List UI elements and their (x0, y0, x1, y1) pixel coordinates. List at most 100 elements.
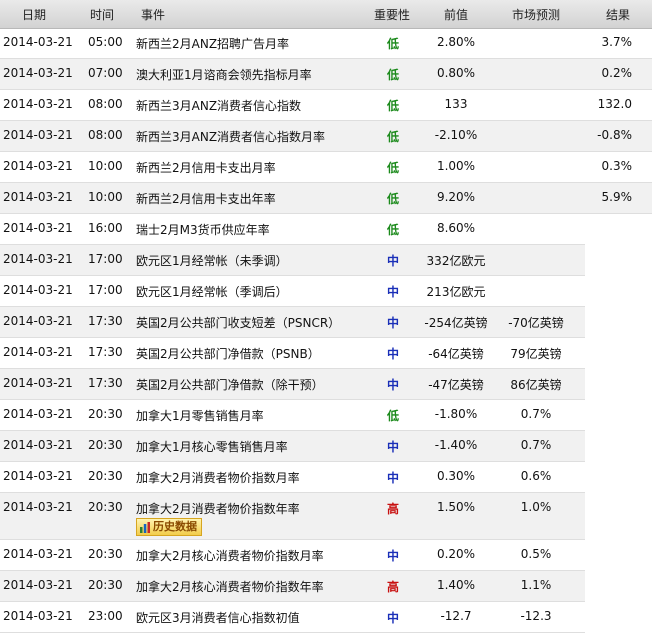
header-actual: 结果 (606, 8, 631, 22)
row-forecast: 0.7% (520, 407, 552, 421)
row-actual: 0.2% (601, 66, 633, 80)
row-previous: 133 (444, 97, 468, 111)
header-date: 日期 (22, 8, 47, 22)
row-importance: 中 (386, 378, 399, 392)
row-importance: 低 (386, 130, 399, 144)
row-importance: 中 (386, 440, 399, 454)
row-date: 2014-03-21 (3, 314, 73, 328)
row-time: 17:30 (88, 314, 123, 328)
table-header: 日期 时间 事件 重要性 前值 市场预测 结果 (0, 0, 652, 29)
row-time: 20:30 (88, 547, 123, 561)
table-row: 2014-03-21 10:00 新西兰2月信用卡支出年率 低 9.20% 5.9% (0, 183, 652, 214)
header-event: 事件 (141, 8, 166, 22)
row-previous: 0.80% (436, 66, 476, 80)
row-importance: 中 (386, 347, 399, 361)
row-time: 20:30 (88, 438, 123, 452)
row-event: 欧元区3月消费者信心指数初值 (136, 611, 300, 625)
row-time: 08:00 (88, 97, 123, 111)
row-time: 08:00 (88, 128, 123, 142)
row-importance: 低 (386, 161, 399, 175)
row-time: 17:30 (88, 376, 123, 390)
row-importance: 中 (386, 471, 399, 485)
row-forecast: 0.6% (520, 469, 552, 483)
table-row: 2014-03-21 20:30 加拿大2月消费者物价指数年率高 1.50% 1.0% 历… (0, 493, 585, 540)
history-data-button[interactable]: 历史数据 (136, 518, 202, 536)
row-event: 欧元区1月经常帐（季调后） (136, 285, 288, 299)
row-event: 欧元区1月经常帐（未季调） (136, 254, 288, 268)
table-row: 2014-03-21 17:00 欧元区1月经常帐（季调后） 中 213亿欧元 (0, 276, 585, 307)
row-importance: 高 (386, 502, 399, 516)
table-row: 2014-03-21 20:30 加拿大2月核心消费者物价指数月率中 0.20% 0.5… (0, 540, 585, 571)
table-row: 2014-03-21 23:00 欧元区3月消费者信心指数初值中 -12.7 -12.3 (0, 602, 585, 633)
row-date: 2014-03-21 (3, 35, 73, 49)
row-actual: 5.9% (601, 190, 633, 204)
row-forecast: 0.7% (520, 438, 552, 452)
row-time: 17:00 (88, 283, 123, 297)
row-forecast: 86亿英镑 (510, 378, 562, 392)
row-time: 23:00 (88, 609, 123, 623)
row-event: 加拿大1月零售销售月率 (136, 409, 264, 423)
row-event: 新西兰2月ANZ招聘广告月率 (136, 37, 290, 51)
row-time: 05:00 (88, 35, 123, 49)
row-importance: 中 (386, 316, 399, 330)
row-event: 加拿大1月核心零售销售月率 (136, 440, 288, 454)
row-date: 2014-03-21 (3, 190, 73, 204)
row-date: 2014-03-21 (3, 578, 73, 592)
row-date: 2014-03-21 (3, 376, 73, 390)
table-row: 2014-03-21 07:00 澳大利亚1月谘商会领先指标月率 低 0.80% 0.2% (0, 59, 652, 90)
row-event: 新西兰3月ANZ消费者信心指数月率 (136, 130, 326, 144)
row-previous: 8.60% (436, 221, 476, 235)
row-event: 加拿大2月核心消费者物价指数年率 (136, 580, 324, 594)
row-forecast: 79亿英镑 (510, 347, 562, 361)
row-time: 16:00 (88, 221, 123, 235)
row-forecast: -12.3 (520, 609, 552, 623)
table-row: 2014-03-21 20:30 加拿大2月核心消费者物价指数年率高 1.40% 1.1… (0, 571, 585, 602)
row-event: 新西兰2月信用卡支出年率 (136, 192, 276, 206)
row-event: 英国2月公共部门收支短差（PSNCR） (136, 316, 341, 330)
row-time: 10:00 (88, 159, 123, 173)
row-time: 20:30 (88, 500, 123, 514)
row-previous: 2.80% (436, 35, 476, 49)
history-data-label: 历史数据 (153, 520, 197, 533)
row-time: 20:30 (88, 578, 123, 592)
row-time: 17:30 (88, 345, 123, 359)
table-row: 2014-03-21 17:30 英国2月公共部门净借款（PSNB）中 -64亿英镑 7… (0, 338, 585, 369)
row-importance: 低 (386, 409, 399, 423)
row-event: 英国2月公共部门净借款（PSNB） (136, 347, 320, 361)
row-importance: 低 (386, 37, 399, 51)
row-time: 10:00 (88, 190, 123, 204)
row-date: 2014-03-21 (3, 547, 73, 561)
table-row: 2014-03-21 20:30 加拿大1月零售销售月率低 -1.80% 0.7% (0, 400, 585, 431)
row-date: 2014-03-21 (3, 469, 73, 483)
row-event: 加拿大2月消费者物价指数年率 (136, 502, 300, 516)
row-time: 20:30 (88, 407, 123, 421)
row-date: 2014-03-21 (3, 159, 73, 173)
row-forecast: -70亿英镑 (508, 316, 564, 330)
row-actual: -0.8% (597, 128, 632, 142)
row-importance: 低 (386, 68, 399, 82)
row-date: 2014-03-21 (3, 609, 73, 623)
row-forecast: 0.5% (520, 547, 552, 561)
row-event: 英国2月公共部门净借款（除干预） (136, 378, 324, 392)
row-previous: 213亿欧元 (426, 285, 486, 299)
row-importance: 中 (386, 611, 399, 625)
row-importance: 低 (386, 99, 399, 113)
row-previous: 9.20% (436, 190, 476, 204)
row-date: 2014-03-21 (3, 221, 73, 235)
table-row: 2014-03-21 17:00 欧元区1月经常帐（未季调） 中 332亿欧元 (0, 245, 585, 276)
bar-chart-icon (140, 522, 150, 533)
table-row: 2014-03-21 16:00 瑞士2月M3货币供应年率 低 8.60% (0, 214, 585, 245)
row-actual: 0.3% (601, 159, 633, 173)
row-date: 2014-03-21 (3, 283, 73, 297)
table-row: 2014-03-21 08:00 新西兰3月ANZ消费者信心指数 低 133 132.0 (0, 90, 652, 121)
row-importance: 中 (386, 285, 399, 299)
header-previous: 前值 (444, 8, 469, 22)
row-event: 加拿大2月消费者物价指数月率 (136, 471, 300, 485)
row-time: 20:30 (88, 469, 123, 483)
row-date: 2014-03-21 (3, 407, 73, 421)
row-date: 2014-03-21 (3, 128, 73, 142)
calendar-table: 日期 时间 事件 重要性 前值 市场预测 结果 2014-03-21 05:00 新… (0, 0, 652, 633)
row-previous: 1.00% (436, 159, 476, 173)
row-forecast: 1.0% (520, 500, 552, 514)
row-importance: 高 (386, 580, 399, 594)
